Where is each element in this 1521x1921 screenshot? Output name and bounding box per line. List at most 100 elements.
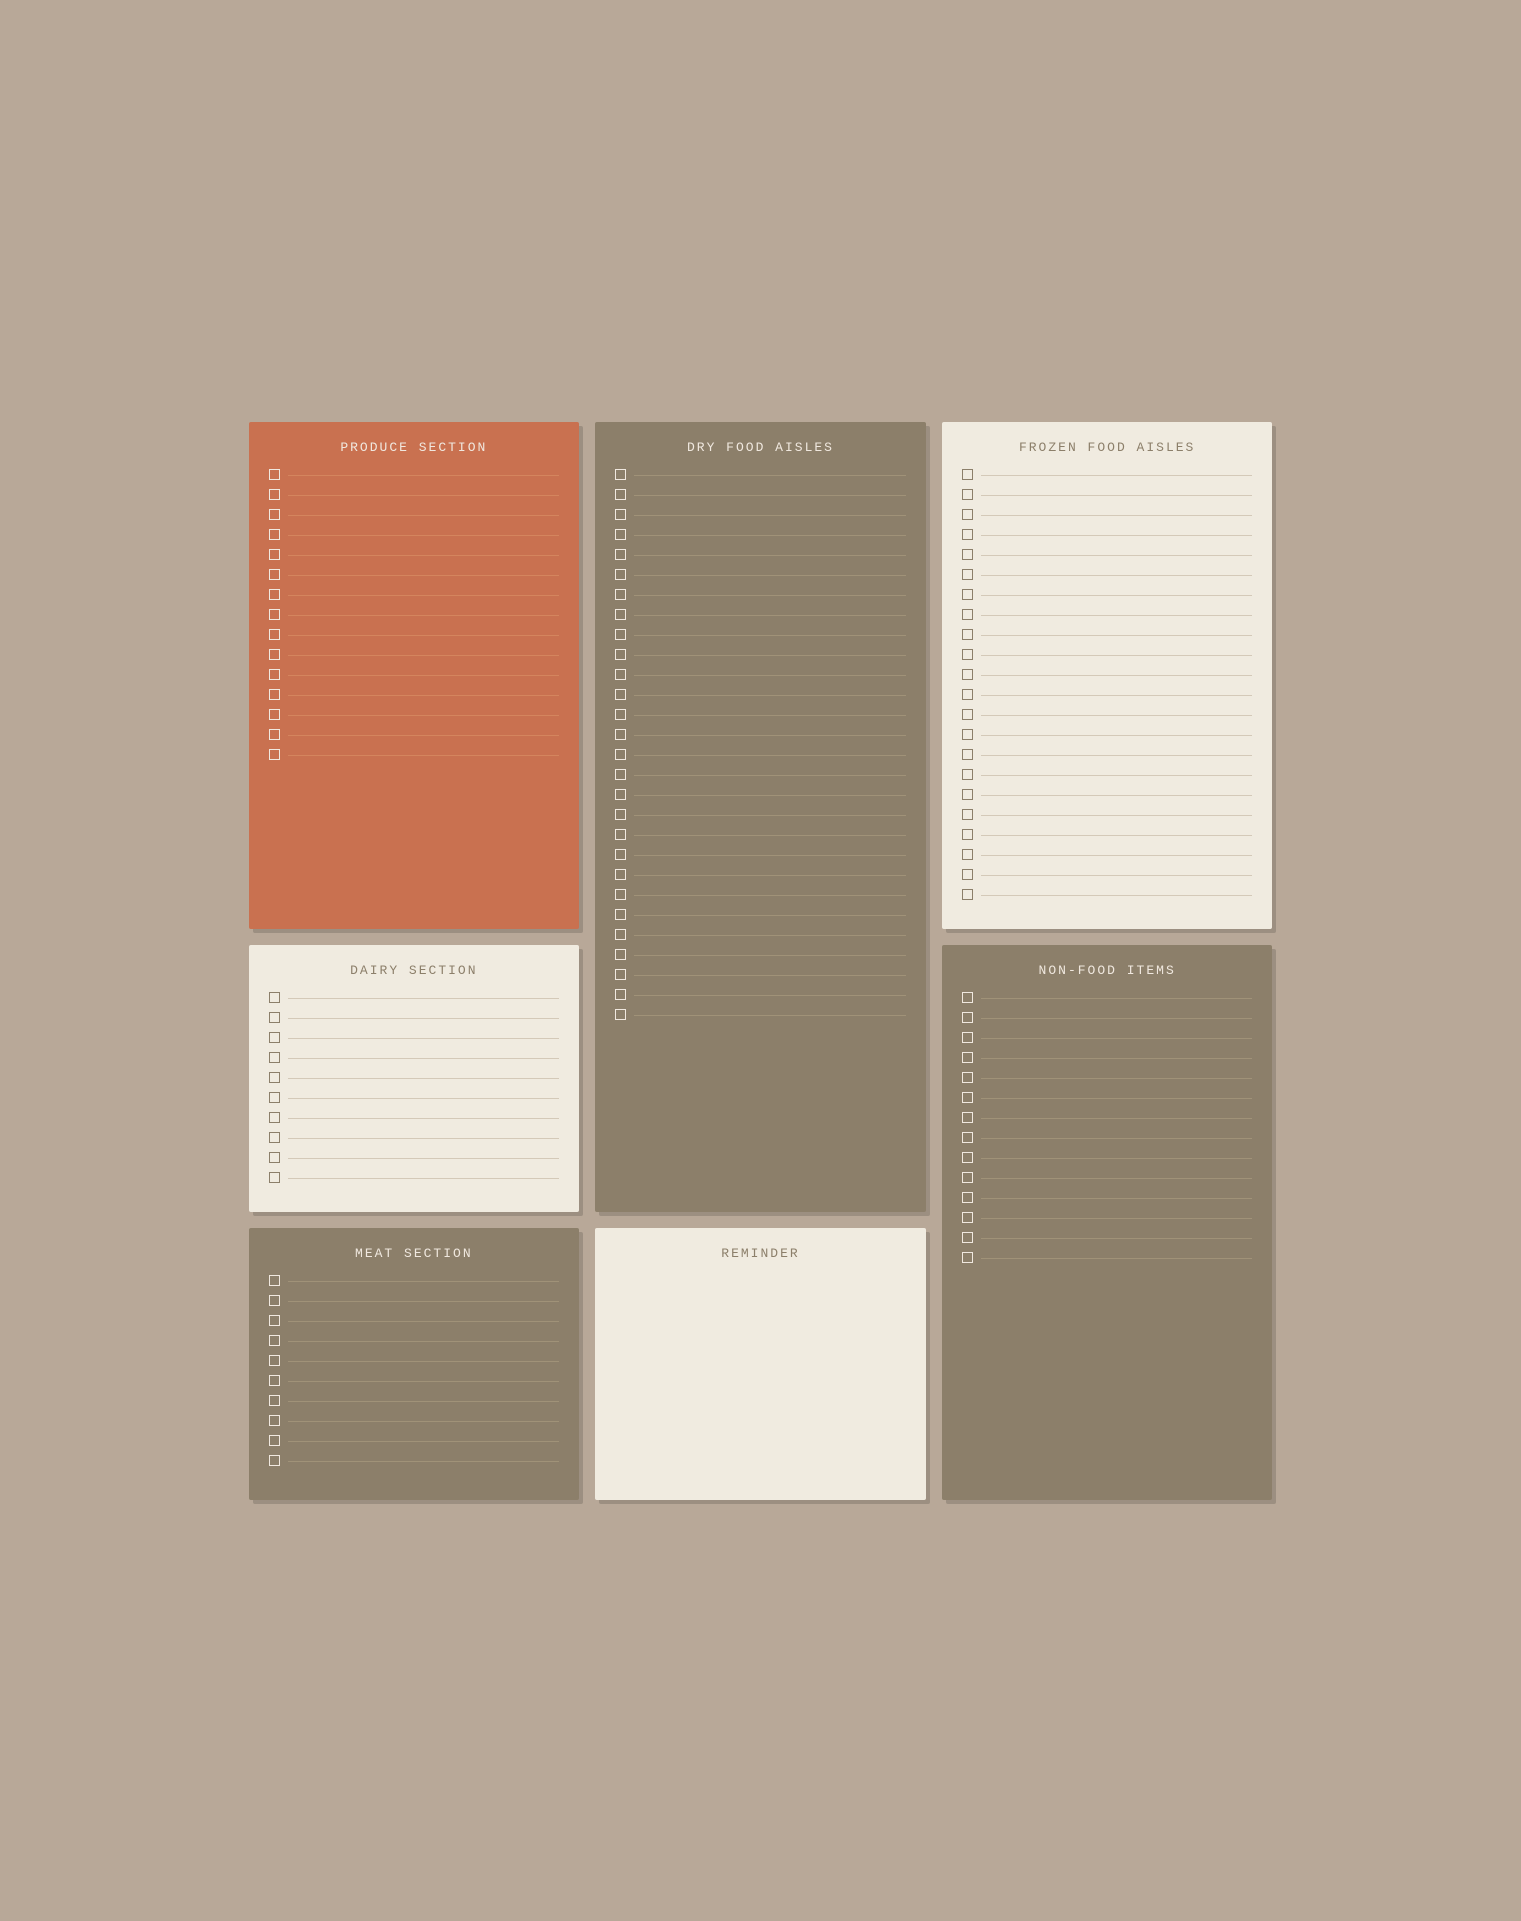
list-item[interactable] [962, 1112, 1253, 1123]
checkbox[interactable] [962, 1212, 973, 1223]
list-item[interactable] [269, 1355, 560, 1366]
checkbox[interactable] [269, 1335, 280, 1346]
checkbox[interactable] [962, 1232, 973, 1243]
checkbox[interactable] [269, 589, 280, 600]
checkbox[interactable] [962, 869, 973, 880]
checkbox[interactable] [962, 1012, 973, 1023]
checkbox[interactable] [615, 649, 626, 660]
checkbox[interactable] [269, 509, 280, 520]
checkbox[interactable] [615, 729, 626, 740]
list-item[interactable] [962, 1132, 1253, 1143]
list-item[interactable] [269, 1335, 560, 1346]
list-item[interactable] [269, 669, 560, 680]
checkbox[interactable] [269, 649, 280, 660]
list-item[interactable] [615, 569, 906, 580]
checkbox[interactable] [962, 1072, 973, 1083]
checkbox[interactable] [269, 469, 280, 480]
checkbox[interactable] [615, 609, 626, 620]
checkbox[interactable] [962, 1052, 973, 1063]
checkbox[interactable] [269, 1315, 280, 1326]
checkbox[interactable] [269, 709, 280, 720]
list-item[interactable] [962, 1092, 1253, 1103]
list-item[interactable] [269, 1132, 560, 1143]
checkbox[interactable] [615, 509, 626, 520]
list-item[interactable] [269, 609, 560, 620]
list-item[interactable] [615, 609, 906, 620]
list-item[interactable] [962, 689, 1253, 700]
checkbox[interactable] [962, 469, 973, 480]
list-item[interactable] [269, 1112, 560, 1123]
checkbox[interactable] [269, 669, 280, 680]
checkbox[interactable] [269, 1012, 280, 1023]
checkbox[interactable] [962, 1092, 973, 1103]
checkbox[interactable] [962, 849, 973, 860]
list-item[interactable] [269, 749, 560, 760]
list-item[interactable] [269, 489, 560, 500]
checkbox[interactable] [615, 829, 626, 840]
list-item[interactable] [962, 789, 1253, 800]
list-item[interactable] [615, 829, 906, 840]
checkbox[interactable] [269, 1052, 280, 1063]
list-item[interactable] [615, 969, 906, 980]
list-item[interactable] [615, 989, 906, 1000]
checkbox[interactable] [962, 769, 973, 780]
checkbox[interactable] [615, 689, 626, 700]
list-item[interactable] [269, 729, 560, 740]
list-item[interactable] [615, 709, 906, 720]
checkbox[interactable] [615, 469, 626, 480]
checkbox[interactable] [962, 992, 973, 1003]
checkbox[interactable] [269, 1295, 280, 1306]
list-item[interactable] [615, 849, 906, 860]
checkbox[interactable] [962, 1132, 973, 1143]
list-item[interactable] [962, 569, 1253, 580]
checkbox[interactable] [269, 1375, 280, 1386]
list-item[interactable] [269, 1275, 560, 1286]
checkbox[interactable] [269, 1395, 280, 1406]
checkbox[interactable] [615, 589, 626, 600]
checkbox[interactable] [269, 1355, 280, 1366]
checkbox[interactable] [615, 929, 626, 940]
list-item[interactable] [962, 992, 1253, 1003]
checkbox[interactable] [615, 909, 626, 920]
checkbox[interactable] [615, 529, 626, 540]
list-item[interactable] [269, 649, 560, 660]
list-item[interactable] [269, 1415, 560, 1426]
checkbox[interactable] [962, 569, 973, 580]
checkbox[interactable] [269, 489, 280, 500]
list-item[interactable] [962, 1012, 1253, 1023]
checkbox[interactable] [269, 1132, 280, 1143]
list-item[interactable] [615, 889, 906, 900]
checkbox[interactable] [962, 709, 973, 720]
checkbox[interactable] [269, 609, 280, 620]
checkbox[interactable] [269, 749, 280, 760]
checkbox[interactable] [269, 729, 280, 740]
list-item[interactable] [615, 649, 906, 660]
list-item[interactable] [962, 489, 1253, 500]
list-item[interactable] [962, 1152, 1253, 1163]
checkbox[interactable] [269, 629, 280, 640]
list-item[interactable] [269, 1375, 560, 1386]
list-item[interactable] [269, 1172, 560, 1183]
list-item[interactable] [962, 1072, 1253, 1083]
list-item[interactable] [269, 1092, 560, 1103]
checkbox[interactable] [615, 809, 626, 820]
checkbox[interactable] [615, 789, 626, 800]
list-item[interactable] [962, 509, 1253, 520]
list-item[interactable] [615, 909, 906, 920]
list-item[interactable] [615, 589, 906, 600]
list-item[interactable] [615, 469, 906, 480]
list-item[interactable] [269, 589, 560, 600]
list-item[interactable] [615, 749, 906, 760]
checkbox[interactable] [962, 1152, 973, 1163]
checkbox[interactable] [269, 1172, 280, 1183]
list-item[interactable] [615, 769, 906, 780]
checkbox[interactable] [962, 789, 973, 800]
list-item[interactable] [962, 549, 1253, 560]
list-item[interactable] [615, 549, 906, 560]
checkbox[interactable] [962, 1172, 973, 1183]
list-item[interactable] [269, 709, 560, 720]
list-item[interactable] [962, 649, 1253, 660]
list-item[interactable] [962, 529, 1253, 540]
list-item[interactable] [269, 1435, 560, 1446]
list-item[interactable] [962, 629, 1253, 640]
